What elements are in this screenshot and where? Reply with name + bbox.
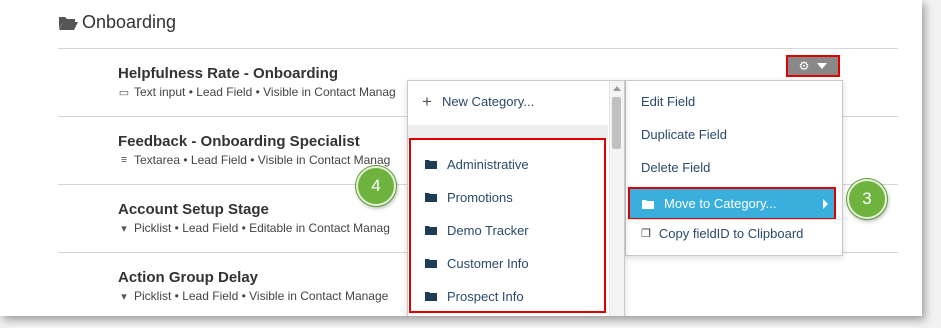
category-title: Onboarding	[82, 12, 177, 32]
field-meta: Picklist • Lead Field • Editable in Cont…	[134, 221, 390, 235]
move-to-category-item[interactable]: Move to Category...	[628, 187, 836, 220]
field-meta: Picklist • Lead Field • Visible in Conta…	[134, 289, 389, 303]
category-item-label: Prospect Info	[447, 288, 524, 304]
field-actions-button[interactable]: ⚙	[786, 55, 840, 77]
plus-icon: +	[422, 92, 432, 111]
picklist-icon: ▾	[121, 222, 127, 235]
folder-icon	[642, 199, 654, 209]
textarea-icon: ≡	[120, 154, 128, 166]
divider	[58, 48, 898, 49]
field-row[interactable]: Helpfulness Rate - Onboarding ▭ Text inp…	[118, 65, 418, 99]
category-submenu: + New Category... Administrative Promoti…	[407, 80, 625, 316]
menu-item-label: Duplicate Field	[641, 127, 727, 142]
menu-item-label: Copy fieldID to Clipboard	[658, 226, 804, 241]
field-title: Feedback - Onboarding Specialist	[118, 133, 360, 150]
category-item-label: Promotions	[447, 189, 513, 205]
folder-icon	[425, 259, 437, 268]
submenu-scrollbar[interactable]	[609, 81, 624, 316]
category-item-prospect-info[interactable]: Prospect Info	[425, 286, 524, 306]
edit-field-item[interactable]: Edit Field	[626, 85, 842, 118]
field-actions-menu: Edit Field Duplicate Field Delete Field …	[625, 80, 843, 256]
folder-open-icon	[59, 16, 78, 30]
gear-icon: ⚙	[798, 59, 810, 73]
fields-panel: Onboarding Helpfulness Rate - Onboarding…	[0, 0, 922, 316]
folder-icon	[425, 292, 437, 301]
field-meta: Textarea • Lead Field • Visible in Conta…	[134, 153, 391, 167]
menu-item-label: Move to Category...	[664, 196, 777, 211]
category-list: Administrative Promotions Demo Tracker C…	[409, 138, 606, 313]
field-title: Helpfulness Rate - Onboarding	[118, 65, 339, 82]
field-row[interactable]: Feedback - Onboarding Specialist ≡ Texta…	[118, 133, 418, 167]
scroll-thumb[interactable]	[612, 97, 621, 149]
folder-icon	[425, 226, 437, 235]
caret-right-icon	[823, 198, 828, 209]
category-item-customer-info[interactable]: Customer Info	[425, 253, 529, 273]
picklist-icon: ▾	[121, 290, 127, 303]
step-callout-3: 3	[847, 179, 887, 219]
category-item-label: Demo Tracker	[447, 222, 529, 238]
field-row[interactable]: Account Setup Stage ▾ Picklist • Lead Fi…	[118, 201, 418, 235]
text-input-icon: ▭	[118, 86, 130, 99]
new-category-label: New Category...	[441, 94, 535, 109]
delete-field-item[interactable]: Delete Field	[626, 151, 842, 184]
category-item-label: Customer Info	[447, 255, 529, 271]
submenu-divider	[408, 125, 608, 139]
folder-icon	[425, 160, 437, 169]
folder-icon	[425, 193, 437, 202]
menu-item-label: Delete Field	[641, 160, 711, 175]
category-header[interactable]: Onboarding	[58, 12, 176, 33]
category-item-label: Administrative	[447, 156, 529, 172]
copy-icon: ❐	[641, 228, 651, 240]
field-row[interactable]: Action Group Delay ▾ Picklist • Lead Fie…	[118, 269, 418, 303]
category-item-administrative[interactable]: Administrative	[425, 154, 529, 174]
field-meta: Text input • Lead Field • Visible in Con…	[134, 85, 396, 99]
duplicate-field-item[interactable]: Duplicate Field	[626, 118, 842, 151]
copy-field-id-item[interactable]: ❐ Copy fieldID to Clipboard	[626, 217, 842, 250]
step-callout-4: 4	[356, 166, 396, 206]
category-item-promotions[interactable]: Promotions	[425, 187, 513, 207]
category-item-demo-tracker[interactable]: Demo Tracker	[425, 220, 529, 240]
field-title: Action Group Delay	[118, 269, 259, 286]
scroll-up-icon[interactable]	[613, 86, 621, 91]
menu-item-label: Edit Field	[641, 94, 696, 109]
caret-down-icon	[817, 63, 828, 69]
new-category-item[interactable]: + New Category...	[422, 93, 534, 110]
